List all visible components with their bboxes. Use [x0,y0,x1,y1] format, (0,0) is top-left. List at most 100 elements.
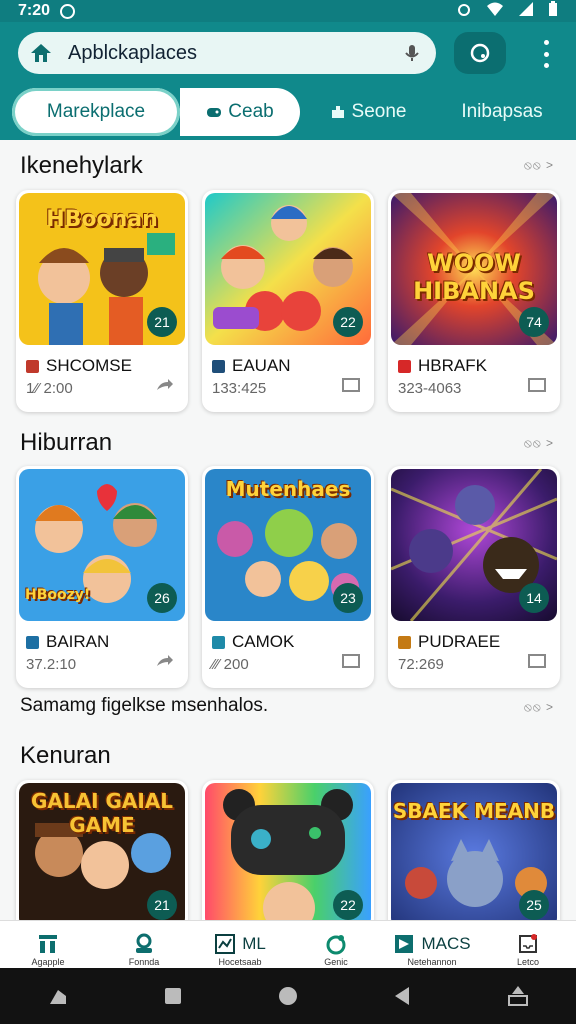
wifi-icon [486,1,504,22]
tab-seone[interactable]: Seone [320,88,416,136]
game-meta: 323-4063 [398,380,462,397]
search-bar[interactable]: Apblckaplaces [18,32,436,74]
mic-icon[interactable] [402,43,422,63]
search-input[interactable]: Apblckaplaces [68,42,402,65]
nav-text: MACS [421,934,471,953]
game-art-title: HBoonan [46,207,158,232]
game-thumbnail: 22 [205,783,371,928]
puzzle-icon [330,104,346,120]
game-card[interactable]: WOOW HIBANAS 74 HBRAFK 323-4063 [388,190,560,412]
share-icon[interactable] [156,654,174,668]
share-icon[interactable] [156,378,174,392]
game-meta: 37.2:10 [26,656,77,673]
game-thumbnail: GALAI GAIAL GAME 21 [19,783,185,928]
game-title: EAUAN [232,356,291,375]
system-navigation [0,968,576,1024]
nav-label: Netehannon [407,957,457,967]
bottom-navigation: Agapple Fonnda ML Hocetsaab Genic MACS N… [0,920,576,968]
tab-inibapsas[interactable]: Inibapsas [444,88,560,136]
home-icon[interactable] [30,42,52,64]
status-time: 7:20 [18,2,51,19]
game-meta: ⁄⁄⁄ 200 [212,656,249,673]
nav-item-genic[interactable]: Genic [288,921,384,968]
game-title: PUDRAEE [418,632,501,651]
game-thumbnail: HBoozy! 26 [19,469,185,621]
rating-badge: 21 [147,890,177,920]
game-card[interactable]: GALAI GAIAL GAME 21 [16,780,188,928]
app-icon [212,635,225,649]
lens-button[interactable] [454,32,506,74]
game-art-title: SBAEK MEANB [392,799,556,823]
nav-item-hocetsaab[interactable]: ML Hocetsaab [192,921,288,968]
chart-box-icon [215,934,236,954]
home-nav-icon[interactable] [276,984,300,1008]
game-title: HBRAFK [418,356,487,375]
rating-badge: 22 [333,890,363,920]
app-icon [212,359,225,373]
flag-box-icon [395,935,414,953]
app-icon [26,359,39,373]
bookmark-icon[interactable] [342,378,360,392]
profile-icon [136,933,152,953]
game-thumbnail: HBoonan 21 [19,193,185,345]
back-icon[interactable] [391,984,415,1008]
bookmark-icon[interactable] [528,378,546,392]
game-thumbnail: 22 [205,193,371,345]
nav-item-fonnda[interactable]: Fonnda [96,921,192,968]
recents-icon[interactable] [161,984,185,1008]
game-meta: 72:269 [398,656,444,673]
game-title: CAMOK [232,632,295,651]
game-thumbnail: WOOW HIBANAS 74 [391,193,557,345]
keyboard-switch-icon[interactable] [506,984,530,1008]
nav-label: Genic [324,957,348,967]
game-card[interactable]: 14 PUDRAEE 72:269 [388,466,560,688]
nav-label: Letco [516,957,540,967]
game-card[interactable]: SBAEK MEANB 25 [388,780,560,928]
game-thumbnail: 14 [391,469,557,621]
game-art-title: GALAI GAIAL GAME [30,789,174,837]
gamepad-icon [206,104,222,120]
rating-badge: 25 [519,890,549,920]
bookmark-icon[interactable] [528,654,546,668]
nav-label: Hocetsaab [218,957,262,967]
nav-label: Fonnda [128,957,160,967]
lens-icon [470,43,490,63]
tab-marketplace-label: Marekplace [46,101,146,122]
game-card[interactable]: Mutenhaes 23 CAMOK ⁄⁄⁄ 200 [202,466,374,688]
game-meta: 133:425 [212,380,267,397]
game-title: BAIRAN [46,632,110,651]
nav-item-netehannon[interactable]: MACS Netehannon [384,921,480,968]
battery-icon [548,0,558,22]
game-art-title: Mutenhaes [225,477,351,501]
see-more-link-1[interactable]: ⦸⦸ > [524,158,554,173]
game-card[interactable]: 22 [202,780,374,928]
bars-icon [39,935,57,953]
app-bar: Apblckaplaces Marekplace Ceab Seone Inib… [0,22,576,140]
more-menu-icon[interactable] [534,40,558,68]
game-meta: 1⁄⁄ 2:00 [26,380,73,397]
globe-icon [326,935,346,955]
section-title-1: Ikenehylark [20,152,143,179]
rating-badge: 14 [519,583,549,613]
section-title-4: Kenuran [20,742,111,769]
signal-icon [518,1,534,22]
inbox-icon [519,934,537,953]
game-card[interactable]: HBoozy! 26 BAIRAN 37.2:10 [16,466,188,688]
section-title-3: Samamg figelkse msenhalos. [20,695,269,716]
game-title: SHCOMSE [46,356,132,375]
tab-ceab[interactable]: Ceab [180,88,300,136]
see-more-link-2[interactable]: ⦸⦸ > [524,436,554,451]
tab-marketplace[interactable]: Marekplace [12,88,180,136]
bookmark-icon[interactable] [342,654,360,668]
game-thumbnail: SBAEK MEANB 25 [391,783,557,928]
see-more-link-3[interactable]: ⦸⦸ > [524,700,554,715]
game-card[interactable]: 22 EAUAN 133:425 [202,190,374,412]
game-card[interactable]: HBoonan 21 SHCOMSE 1⁄⁄ 2:00 [16,190,188,412]
rating-badge: 23 [333,583,363,613]
assistant-icon[interactable] [46,984,70,1008]
nav-item-agapple[interactable]: Agapple [0,921,96,968]
game-art-title: WOOW HIBANAS [413,249,535,305]
tab-inibapsas-label: Inibapsas [461,101,543,122]
nav-item-letco[interactable]: Letco [480,921,576,968]
app-icon [26,635,39,649]
